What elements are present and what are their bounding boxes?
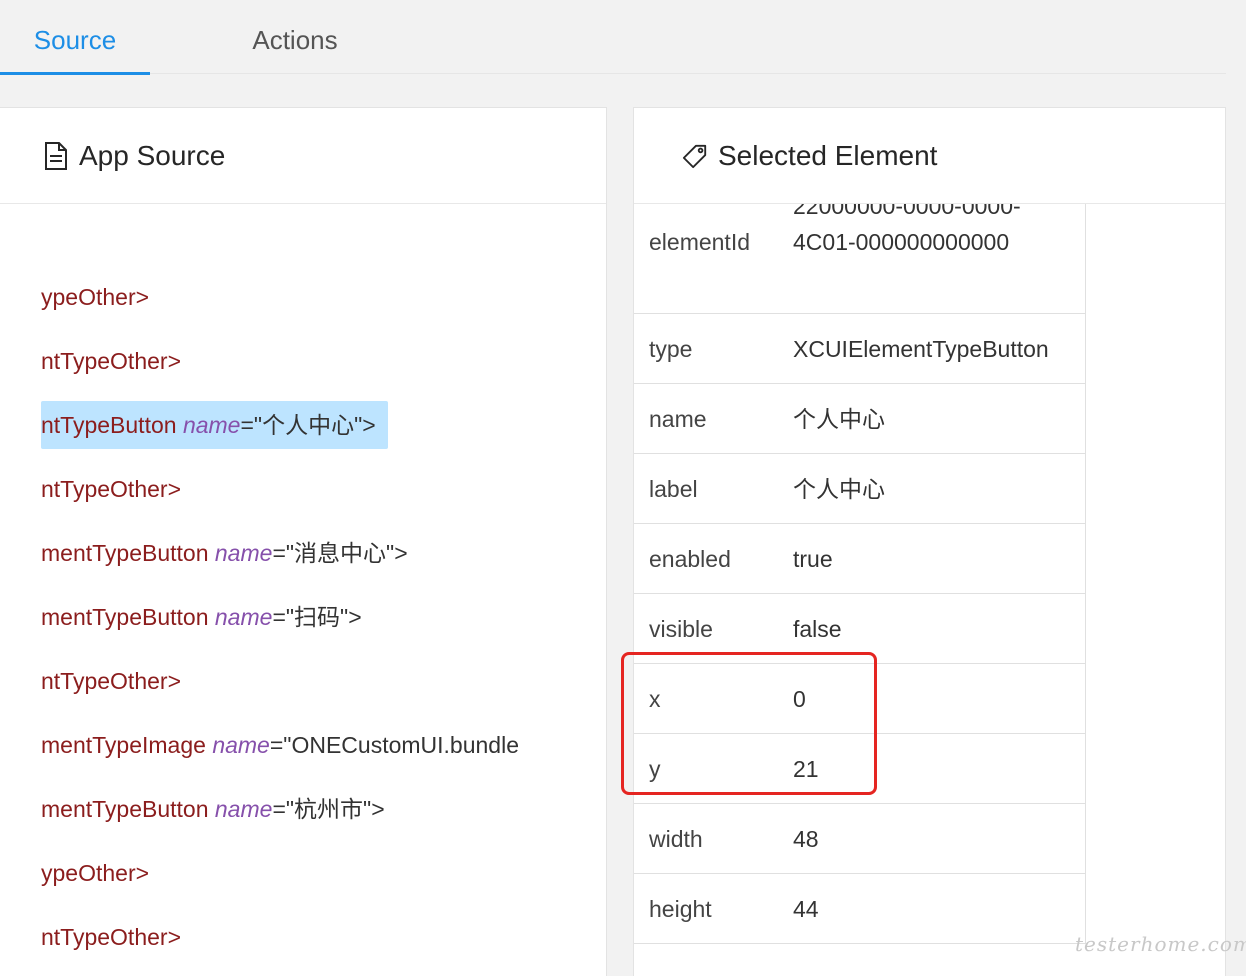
node-attr: name [214, 796, 273, 822]
attr-row-y: y 21 [634, 734, 1085, 804]
attr-row-label: label 个人中心 [634, 454, 1085, 524]
node-value: ="个人中心"> [240, 412, 376, 438]
attr-value: 48 [793, 826, 819, 852]
node-tag: ypeOther> [41, 860, 150, 886]
source-node[interactable]: ntTypeOther> [41, 913, 193, 961]
attr-row-x: x 0 [634, 664, 1085, 734]
attr-key: label [649, 476, 698, 502]
attr-key: x [649, 686, 661, 712]
app-source-title: App Source [79, 139, 226, 171]
tab-source[interactable]: Source [0, 0, 150, 75]
attr-value: 21 [793, 756, 819, 782]
node-attr: name [214, 540, 273, 566]
tag-icon [682, 141, 708, 171]
attr-row-type: type XCUIElementTypeButton [634, 314, 1085, 384]
attr-key: elementId [649, 229, 751, 255]
source-node[interactable]: mentTypeButton name="消息中心"> [41, 529, 420, 577]
attr-key: type [649, 336, 693, 362]
attr-key: name [649, 406, 707, 432]
source-node[interactable]: ntTypeOther> [41, 337, 193, 385]
node-value: ="ONECustomUI.bundle [269, 732, 519, 758]
attr-key: enabled [649, 546, 731, 572]
selected-element-title: Selected Element [718, 139, 938, 171]
attr-key: y [649, 756, 661, 782]
node-tag: mentTypeButton [41, 796, 215, 822]
node-value: ="杭州市"> [272, 796, 385, 822]
source-node[interactable]: ypeOther> [41, 849, 161, 897]
node-value: ="消息中心"> [272, 540, 408, 566]
source-node[interactable]: mentTypeButton name="杭州市"> [41, 785, 397, 833]
attr-row-name: name 个人中心 [634, 384, 1085, 454]
source-node[interactable]: ntTypeOther> [41, 465, 193, 513]
attr-value: 个人中心 [793, 476, 885, 502]
attr-row-visible: visible false [634, 594, 1085, 664]
attr-value: 22000000-0000-0000-4C01-000000000000 [793, 204, 1021, 255]
source-node[interactable]: mentTypeImage name="ONECustomUI.bundle [41, 721, 531, 769]
node-tag: mentTypeImage [41, 732, 213, 758]
attr-value: 0 [793, 686, 806, 712]
tab-actions[interactable]: Actions [220, 0, 370, 74]
attr-value: true [793, 546, 833, 572]
node-attr: name [182, 412, 241, 438]
watermark: testerhome.com [1075, 932, 1246, 956]
source-node[interactable]: ntTypeOther> [41, 657, 193, 705]
source-node-selected[interactable]: ntTypeButton name="个人中心"> [41, 401, 388, 449]
attributes-table: elementId 22000000-0000-0000-4C01-000000… [634, 204, 1086, 944]
attr-row-width: width 48 [634, 804, 1085, 874]
attr-row-enabled: enabled true [634, 524, 1085, 594]
attr-value: XCUIElementTypeButton [793, 336, 1049, 362]
attr-value: 44 [793, 896, 819, 922]
node-tag: mentTypeButton [41, 540, 215, 566]
selected-element-panel: Selected Element elementId 22000000-0000… [633, 107, 1226, 976]
node-tag: ntTypeButton [41, 412, 183, 438]
node-tag: mentTypeButton [41, 604, 215, 630]
attr-value: 个人中心 [793, 406, 885, 432]
node-tag: ntTypeOther> [41, 668, 181, 694]
node-tag: ypeOther> [41, 284, 150, 310]
node-tag: ntTypeOther> [41, 924, 181, 950]
attr-value: false [793, 616, 842, 642]
source-node[interactable]: mentTypeButton name="扫码"> [41, 593, 374, 641]
source-node[interactable]: ypeOther> [41, 273, 161, 321]
node-tag: ntTypeOther> [41, 348, 181, 374]
tab-bar: Source Actions [0, 0, 1226, 75]
attr-row-elementid: elementId 22000000-0000-0000-4C01-000000… [634, 204, 1085, 314]
node-tag: ntTypeOther> [41, 476, 181, 502]
source-tree[interactable]: ypeOther> ntTypeOther> ntTypeButton name… [0, 204, 606, 976]
attr-key: width [649, 826, 703, 852]
app-source-panel: App Source ypeOther> ntTypeOther> ntType… [0, 107, 607, 976]
file-text-icon [43, 141, 69, 171]
app-source-header: App Source [0, 108, 606, 204]
attr-key: visible [649, 616, 713, 642]
attr-row-height: height 44 [634, 874, 1085, 944]
selected-element-header: Selected Element [634, 108, 1225, 204]
node-attr: name [214, 604, 273, 630]
attr-key: height [649, 896, 712, 922]
node-attr: name [212, 732, 270, 758]
node-value: ="扫码"> [272, 604, 362, 630]
